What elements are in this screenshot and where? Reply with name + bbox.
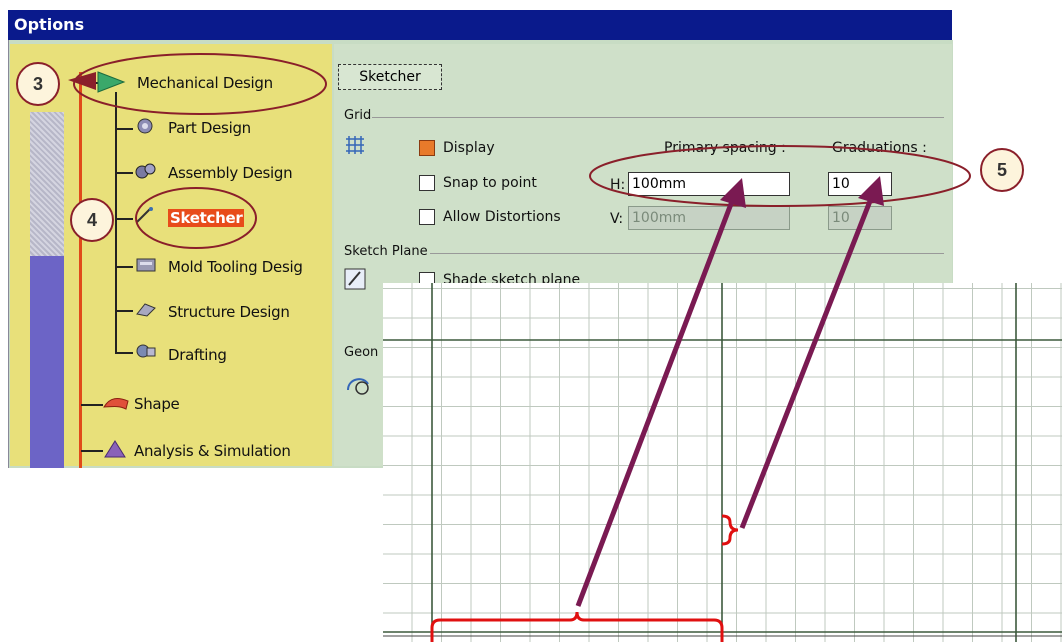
annotation-overlay (68, 53, 971, 642)
step3-pointer (68, 72, 96, 90)
graduation-arrow-head (858, 176, 884, 206)
step-5-number: 5 (996, 160, 1007, 180)
mechanical-design-highlight (73, 53, 327, 115)
spacing-arrow-line (575, 195, 737, 607)
step-3-number: 3 (32, 74, 43, 94)
spacing-fields-highlight (589, 145, 971, 207)
step-3-badge: 3 (16, 62, 60, 106)
graduation-brace (721, 514, 739, 546)
spacing-arrow-head (720, 178, 746, 208)
sketcher-highlight (135, 187, 257, 249)
graduation-arrow-line (739, 195, 875, 529)
step-4-badge: 4 (70, 198, 114, 242)
step-4-number: 4 (86, 210, 97, 230)
primary-spacing-brace (430, 611, 724, 642)
step-5-badge: 5 (980, 148, 1024, 192)
